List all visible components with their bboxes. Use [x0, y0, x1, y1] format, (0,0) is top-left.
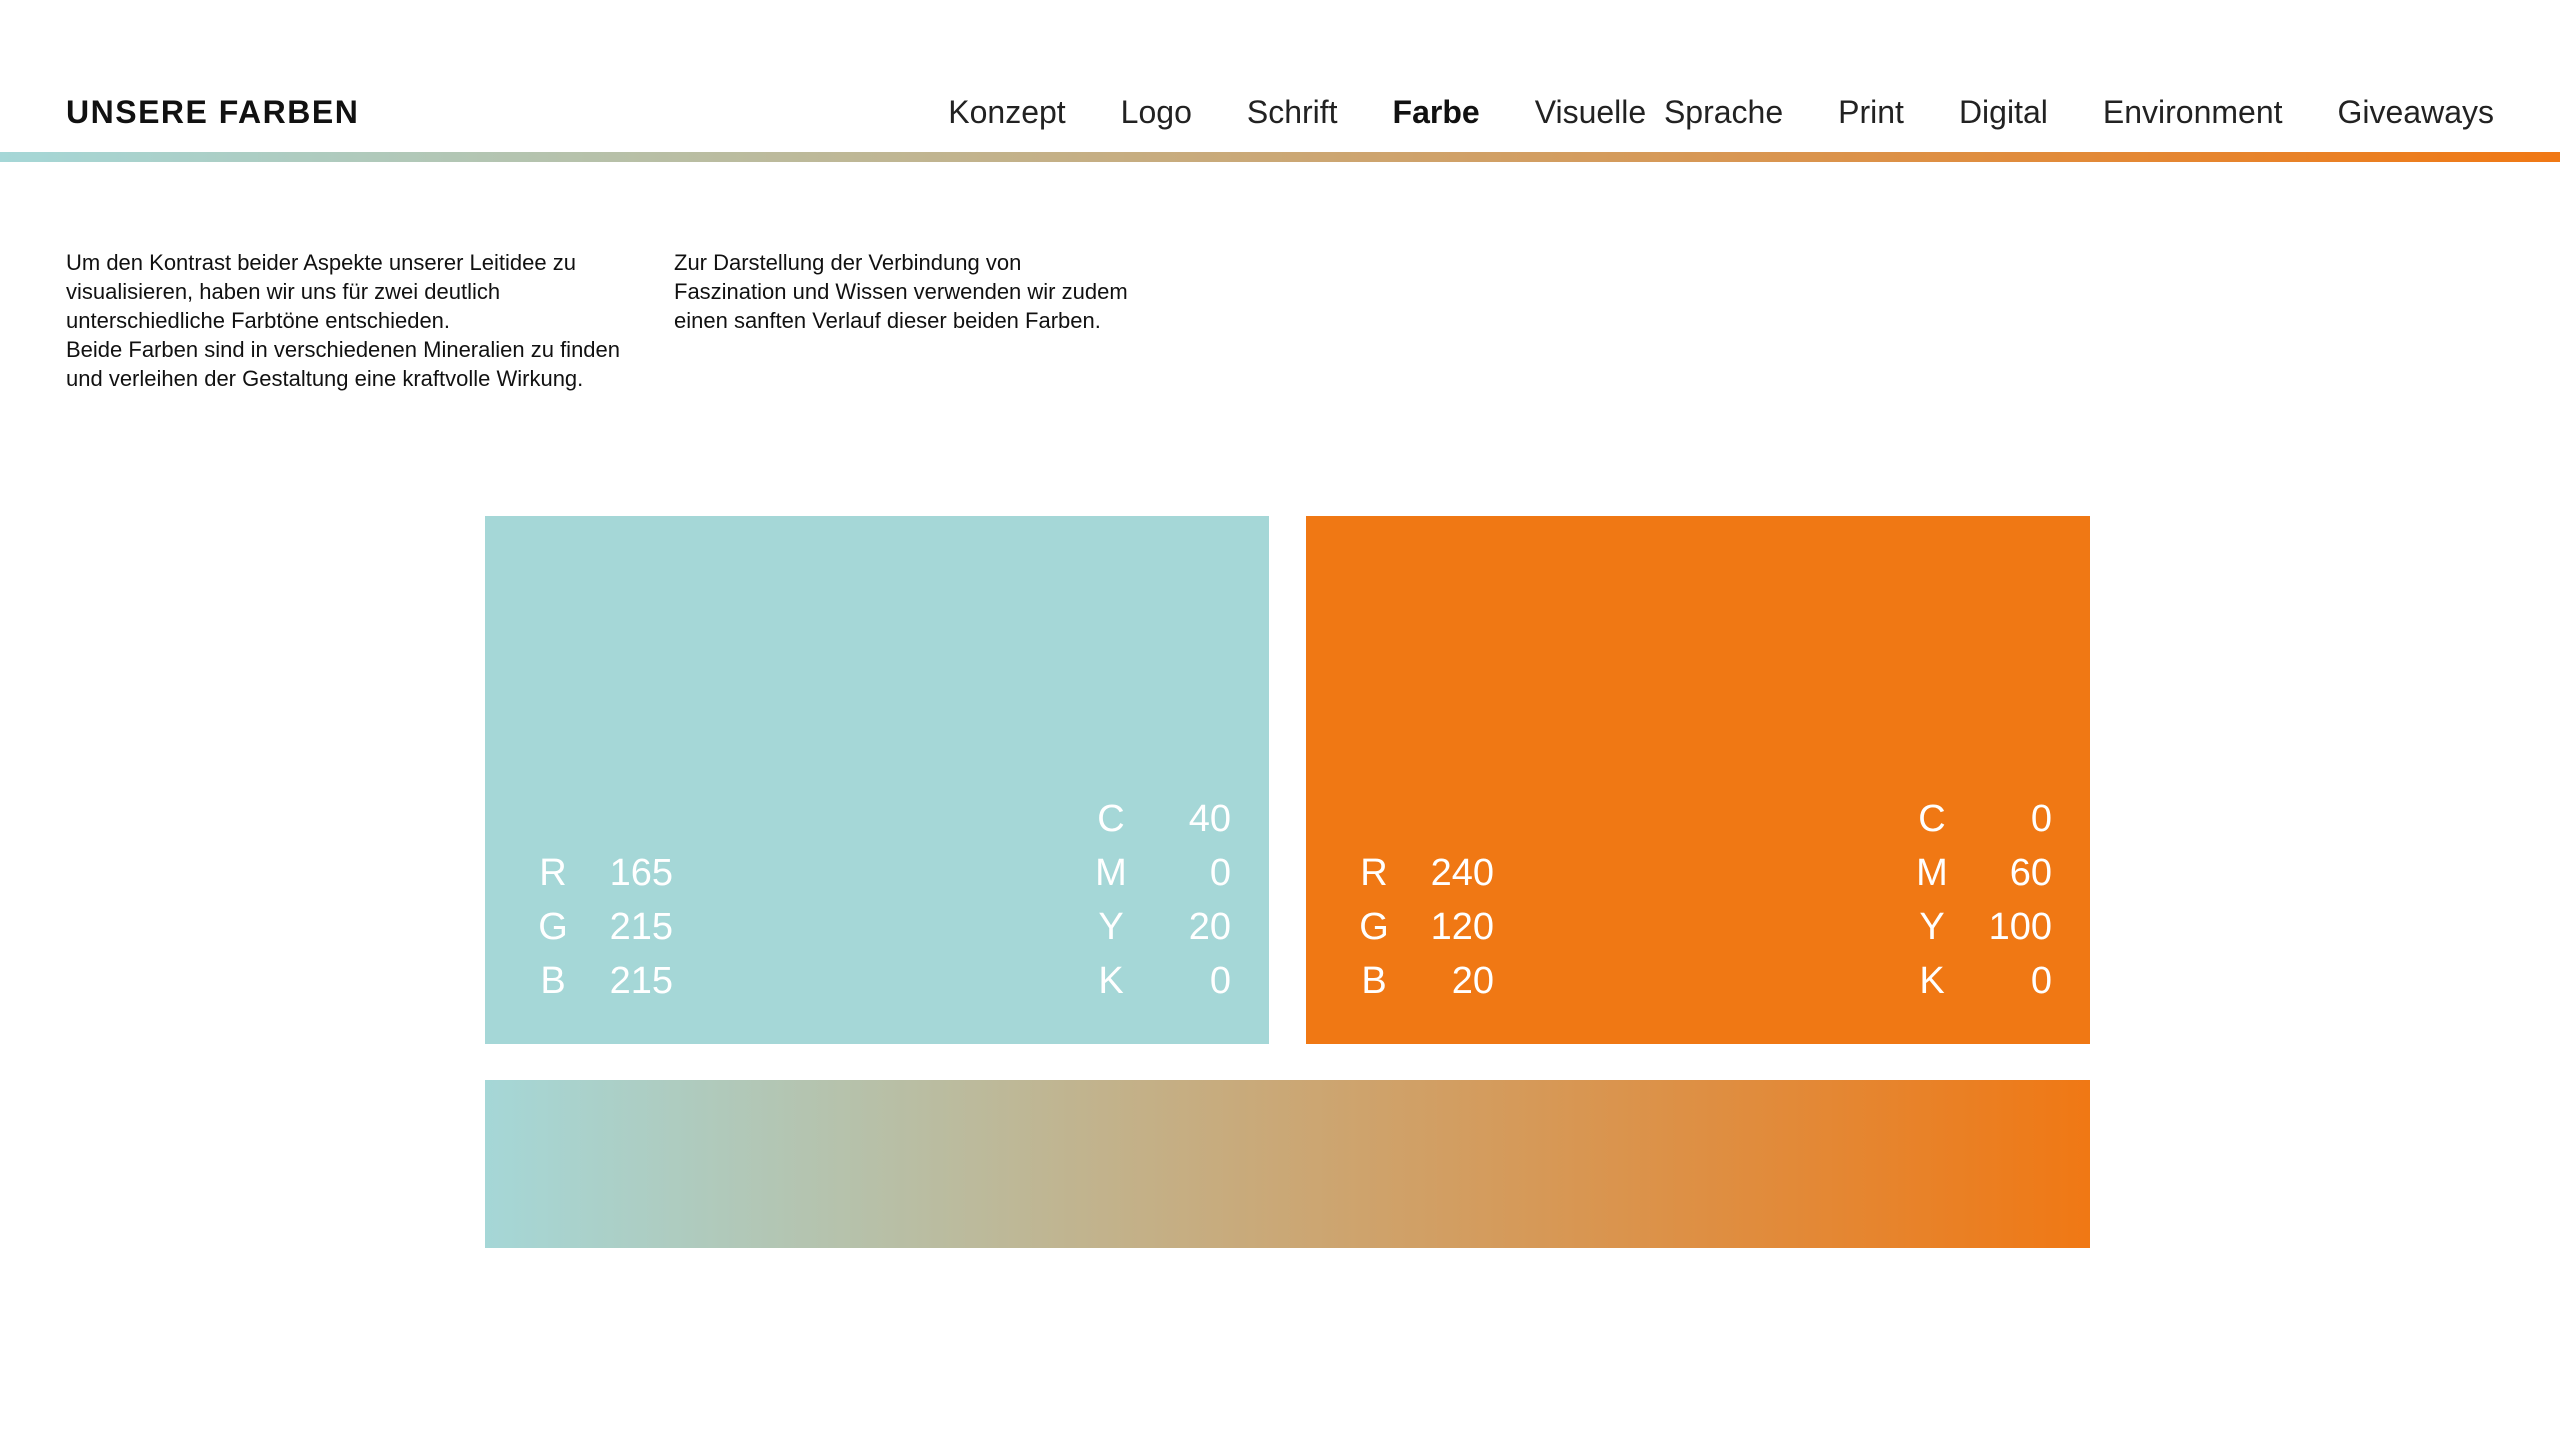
cmyk-key: M: [1095, 851, 1127, 894]
rgb-row-r: R 240: [1344, 846, 1494, 900]
cmyk-key: C: [1918, 797, 1946, 840]
cmyk-key: Y: [1098, 905, 1124, 948]
cmyk-row-y: Y 100: [1902, 900, 2052, 954]
nav-item-visuelle-sprache[interactable]: Visuelle Sprache: [1535, 94, 1783, 131]
cmyk-value: 0: [1209, 959, 1231, 1002]
rgb-key: R: [539, 851, 567, 894]
rgb-key: G: [538, 905, 568, 948]
cmyk-key: K: [1098, 959, 1124, 1002]
cmyk-value: 0: [1209, 851, 1231, 894]
rgb-value: 120: [1430, 905, 1494, 948]
nav-item-konzept[interactable]: Konzept: [948, 94, 1065, 131]
nav-item-logo[interactable]: Logo: [1121, 94, 1192, 131]
rgb-values-orange: R 240 G 120 B 20: [1344, 846, 1494, 1008]
nav-item-digital[interactable]: Digital: [1959, 94, 2048, 131]
cmyk-value: 0: [2030, 959, 2052, 1002]
cmyk-row-k: K0: [1081, 954, 1231, 1008]
cmyk-row-k: K0: [1902, 954, 2052, 1008]
rgb-row-g: G 215: [523, 900, 673, 954]
cmyk-value: 0: [2030, 797, 2052, 840]
cmyk-values-orange: C0 M 60 Y 100 K0: [1902, 792, 2052, 1008]
nav-item-print[interactable]: Print: [1838, 94, 1904, 131]
nav-item-farbe[interactable]: Farbe: [1393, 94, 1480, 131]
rgb-row-g: G 120: [1344, 900, 1494, 954]
cmyk-row-c: C0: [1902, 792, 2052, 846]
cmyk-key: Y: [1919, 905, 1945, 948]
cmyk-values-teal: C 40 M0 Y 20 K0: [1081, 792, 1231, 1008]
rgb-key: G: [1359, 905, 1389, 948]
rgb-value: 215: [609, 905, 673, 948]
header-gradient-line: [0, 152, 2560, 162]
color-swatch-orange: C0 M 60 Y 100 K0 R 240 G 120 B 20: [1306, 516, 2090, 1044]
cmyk-value: 20: [1188, 905, 1231, 948]
nav-item-environment[interactable]: Environment: [2103, 94, 2283, 131]
cmyk-key: C: [1097, 797, 1125, 840]
rgb-value: 20: [1451, 959, 1494, 1002]
page-title: UNSERE FARBEN: [66, 94, 360, 130]
main-nav: Konzept Logo Schrift Farbe Visuelle Spra…: [893, 94, 2494, 131]
intro-text-right: Zur Darstellung der Verbindung von Faszi…: [674, 250, 1128, 333]
nav-item-giveaways[interactable]: Giveaways: [2338, 94, 2495, 131]
nav-item-schrift[interactable]: Schrift: [1247, 94, 1338, 131]
rgb-value: 240: [1430, 851, 1494, 894]
cmyk-key: M: [1916, 851, 1948, 894]
rgb-value: 215: [609, 959, 673, 1002]
cmyk-row-m: M 60: [1902, 846, 2052, 900]
rgb-row-r: R 165: [523, 846, 673, 900]
cmyk-row-c: C 40: [1081, 792, 1231, 846]
cmyk-value: 40: [1188, 797, 1231, 840]
rgb-values-teal: R 165 G 215 B 215: [523, 846, 673, 1008]
rgb-row-b: B 215: [523, 954, 673, 1008]
rgb-key: B: [540, 959, 566, 1002]
cmyk-value: 60: [2009, 851, 2052, 894]
rgb-key: R: [1360, 851, 1388, 894]
gradient-swatch: [485, 1080, 2090, 1248]
rgb-row-b: B 20: [1344, 954, 1494, 1008]
rgb-key: B: [1361, 959, 1387, 1002]
cmyk-key: K: [1919, 959, 1945, 1002]
cmyk-row-y: Y 20: [1081, 900, 1231, 954]
intro-text-left: Um den Kontrast beider Aspekte unserer L…: [66, 250, 621, 391]
rgb-value: 165: [609, 851, 673, 894]
cmyk-value: 100: [1988, 905, 2052, 948]
cmyk-row-m: M0: [1081, 846, 1231, 900]
color-swatch-teal: C 40 M0 Y 20 K0 R 165 G 215 B 215: [485, 516, 1269, 1044]
